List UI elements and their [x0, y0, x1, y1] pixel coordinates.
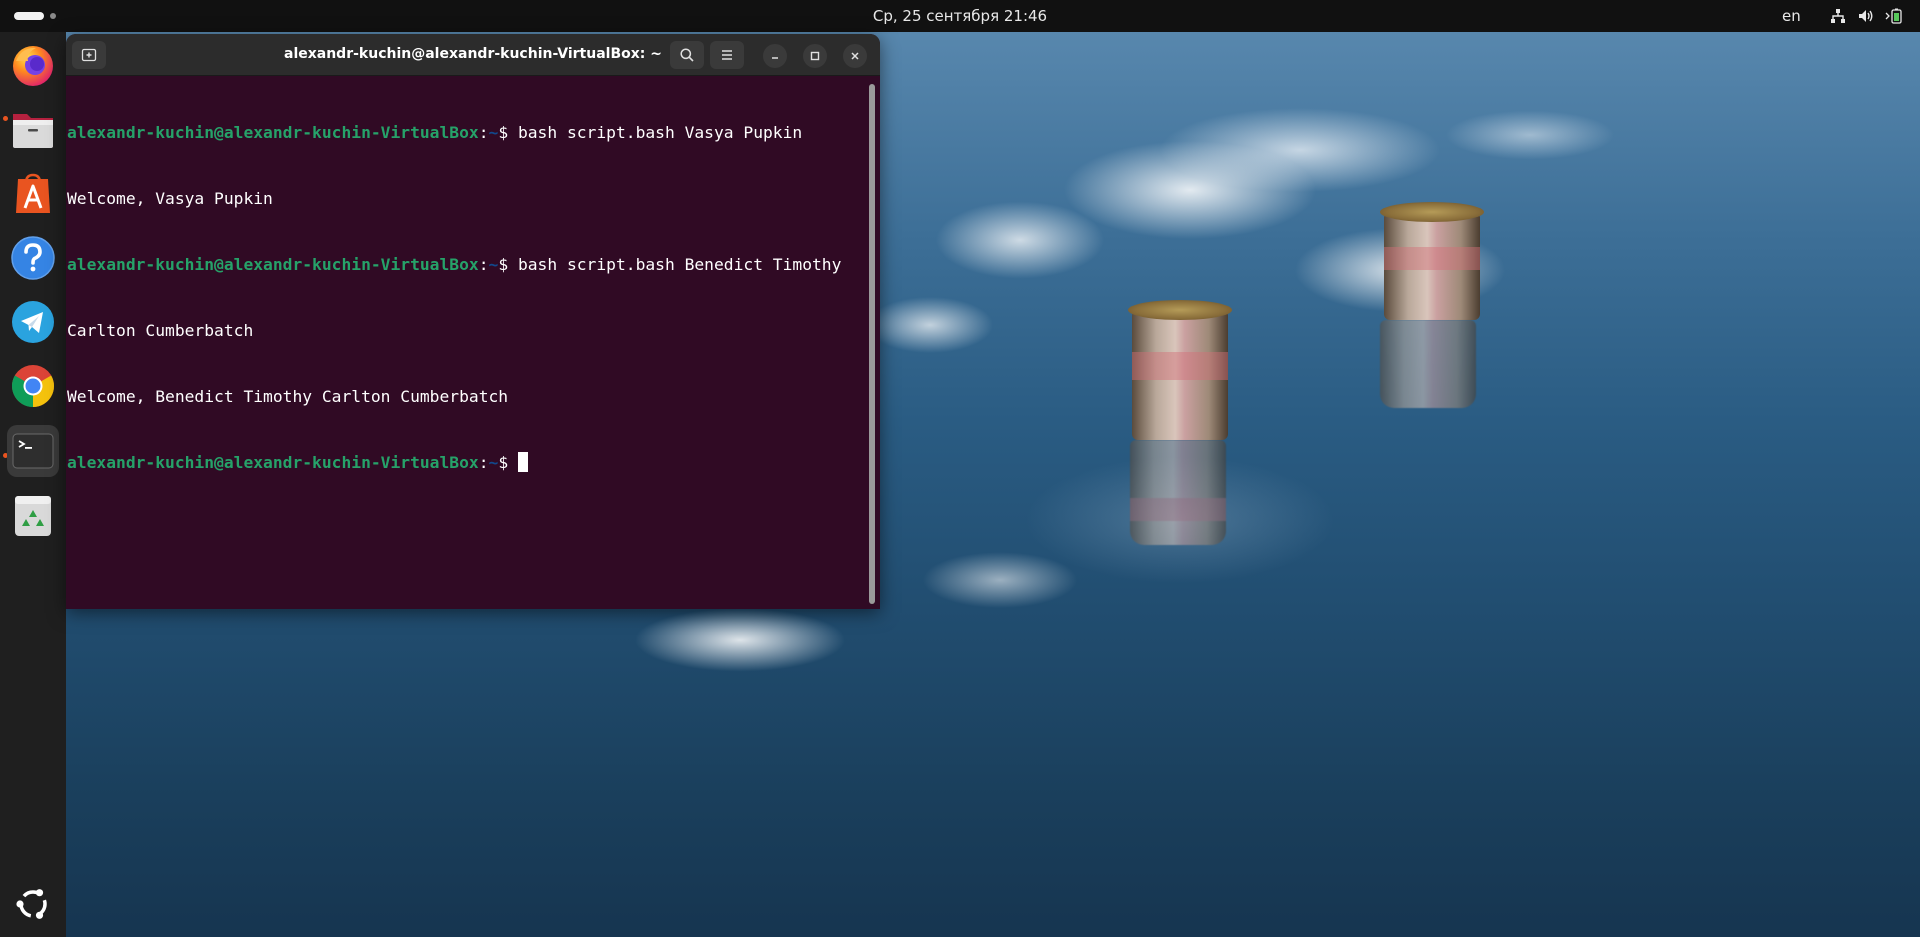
terminal-line: Carlton Cumberbatch	[67, 321, 254, 340]
terminal-header-bar[interactable]: alexandr-kuchin@alexandr-kuchin-VirtualB…	[66, 34, 880, 76]
firefox-icon	[13, 46, 53, 86]
dock-item-help[interactable]	[7, 232, 59, 284]
search-icon	[680, 48, 694, 62]
terminal-title: alexandr-kuchin@alexandr-kuchin-VirtualB…	[284, 46, 662, 62]
telegram-icon	[12, 301, 54, 343]
top-bar: Ср, 25 сентября 21:46 en	[0, 0, 1920, 32]
hamburger-menu-icon	[722, 50, 732, 60]
prompt-symbol: $	[498, 255, 518, 274]
search-button[interactable]	[670, 41, 704, 69]
command-text: bash script.bash Benedict Timothy	[517, 255, 842, 274]
prompt-path: ~	[488, 453, 499, 472]
command-text: bash script.bash Vasya Pupkin	[517, 123, 803, 142]
app-center-icon	[16, 173, 50, 213]
dock	[0, 32, 66, 937]
files-icon	[13, 114, 53, 148]
prompt-user: alexandr-kuchin@alexandr-kuchin-VirtualB…	[67, 255, 479, 274]
show-apps-button[interactable]	[7, 878, 59, 930]
dock-item-trash[interactable]	[7, 490, 59, 542]
keyboard-language[interactable]: en	[1782, 7, 1801, 25]
terminal-scrollbar[interactable]	[869, 84, 875, 604]
prompt-colon: :	[478, 123, 489, 142]
prompt-path: ~	[488, 123, 499, 142]
dock-item-telegram[interactable]	[7, 296, 59, 348]
close-button[interactable]	[843, 44, 867, 68]
close-icon	[851, 52, 859, 60]
wallpaper-post-right-reflection	[1380, 320, 1476, 408]
wallpaper-post-right	[1380, 202, 1484, 320]
prompt-symbol: $	[498, 453, 518, 472]
minimize-icon	[772, 57, 778, 59]
chrome-icon	[11, 365, 55, 407]
help-icon	[11, 236, 55, 280]
terminal-line: Welcome, Benedict Timothy Carlton Cumber…	[67, 387, 509, 406]
menu-button[interactable]	[710, 41, 744, 69]
dock-item-firefox[interactable]	[7, 40, 59, 92]
prompt-symbol: $	[498, 123, 518, 142]
text-cursor	[517, 452, 528, 472]
wallpaper-post-left	[1128, 300, 1232, 440]
terminal-window[interactable]: alexandr-kuchin@alexandr-kuchin-VirtualB…	[66, 34, 880, 609]
ubuntu-logo-icon	[16, 889, 47, 919]
prompt-path: ~	[488, 255, 499, 274]
terminal-line: alexandr-kuchin@alexandr-kuchin-VirtualB…	[67, 254, 866, 276]
wallpaper-post-left-reflection	[1130, 440, 1226, 545]
prompt-user: alexandr-kuchin@alexandr-kuchin-VirtualB…	[67, 123, 479, 142]
terminal-line: Welcome, Vasya Pupkin	[67, 189, 273, 208]
battery-icon[interactable]	[1884, 8, 1904, 24]
dock-item-app-center[interactable]	[7, 168, 59, 220]
prompt-colon: :	[478, 255, 489, 274]
terminal-line: alexandr-kuchin@alexandr-kuchin-VirtualB…	[67, 122, 866, 144]
clock[interactable]: Ср, 25 сентября 21:46	[0, 7, 1920, 25]
dock-item-files[interactable]	[7, 104, 59, 156]
minimize-button[interactable]	[763, 44, 787, 68]
prompt-colon: :	[478, 453, 489, 472]
dock-item-terminal[interactable]	[7, 425, 59, 477]
maximize-button[interactable]	[803, 44, 827, 68]
dock-item-chrome[interactable]	[7, 360, 59, 412]
volume-icon[interactable]	[1858, 8, 1874, 24]
network-icon[interactable]	[1830, 8, 1846, 24]
terminal-line: alexandr-kuchin@alexandr-kuchin-VirtualB…	[67, 452, 866, 474]
maximize-icon	[810, 51, 820, 61]
prompt-user: alexandr-kuchin@alexandr-kuchin-VirtualB…	[67, 453, 479, 472]
terminal-icon	[12, 433, 54, 469]
terminal-output[interactable]: alexandr-kuchin@alexandr-kuchin-VirtualB…	[66, 78, 866, 608]
trash-icon	[15, 496, 51, 536]
